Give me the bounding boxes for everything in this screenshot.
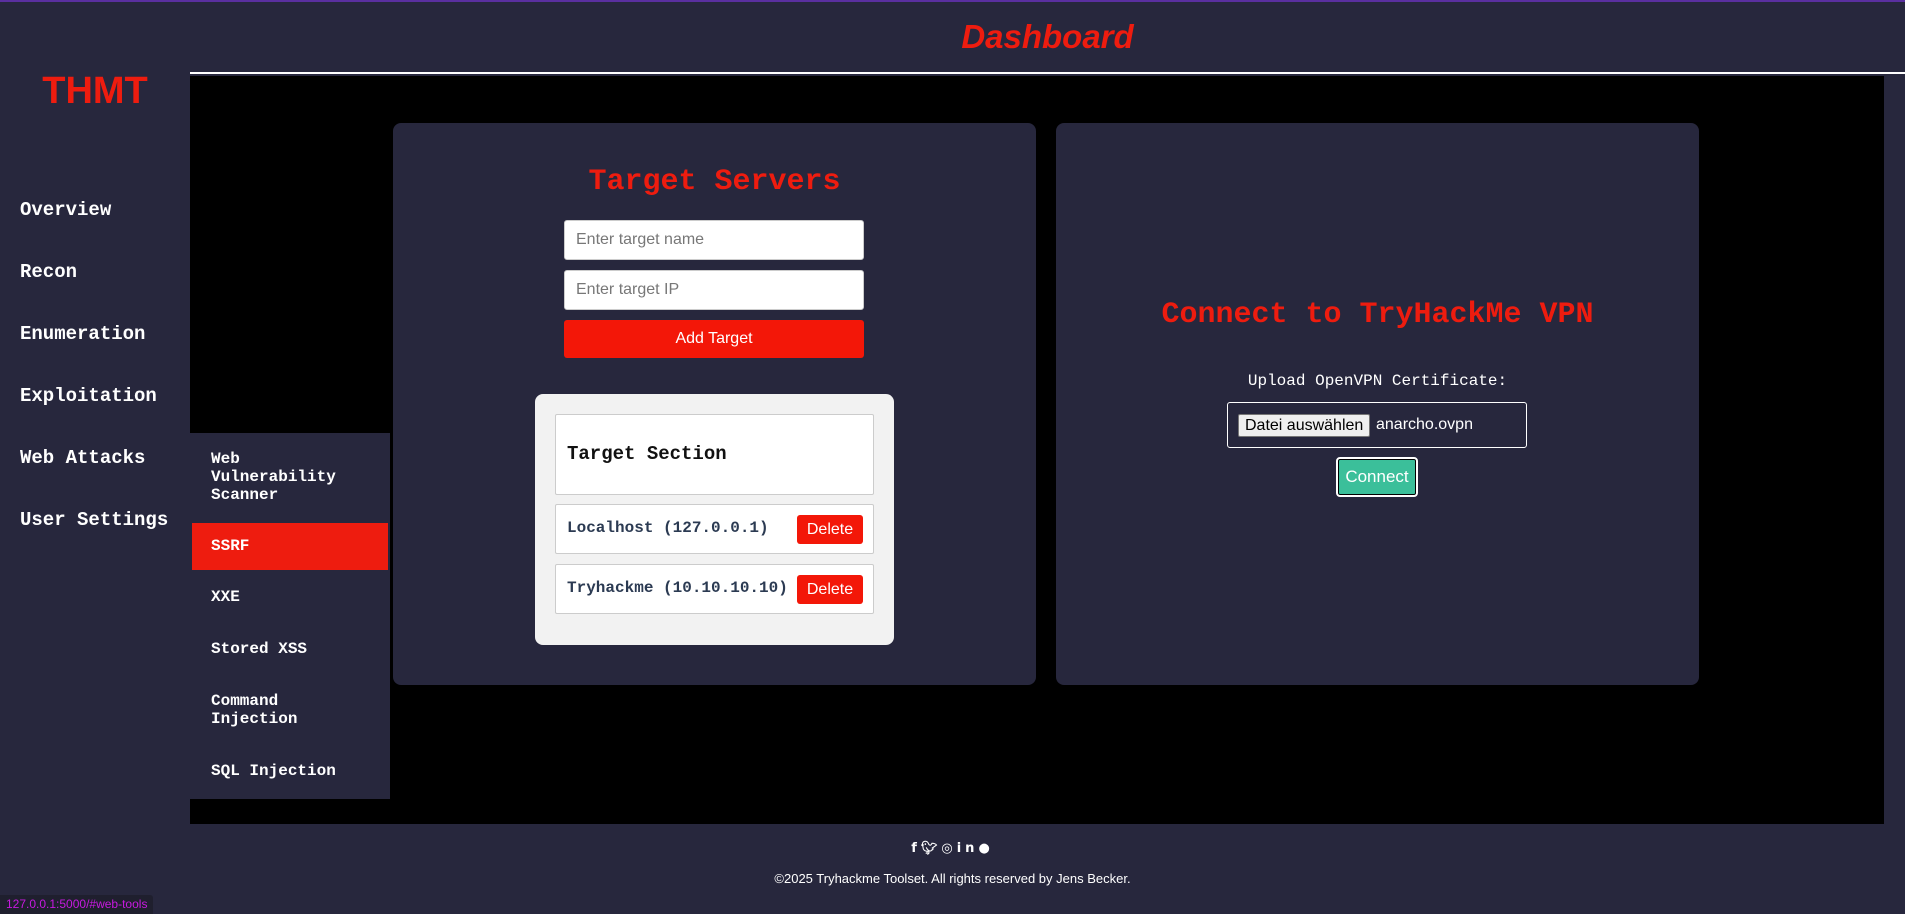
target-servers-title: Target Servers [588, 165, 841, 199]
choose-file-button[interactable]: Datei auswählen [1238, 414, 1371, 437]
social-links: f🐦︎◎in● [0, 840, 1905, 856]
target-name-input[interactable] [564, 220, 864, 260]
delete-target-button[interactable]: Delete [797, 515, 863, 544]
page-header: Dashboard [190, 2, 1905, 74]
vpn-card: Connect to TryHackMe VPN Upload OpenVPN … [1056, 123, 1699, 685]
sidebar-item-exploitation[interactable]: Exploitation [20, 382, 168, 444]
submenu-item-ssrf[interactable]: SSRF [192, 523, 388, 570]
brand-logo[interactable]: THMT [0, 70, 190, 113]
selected-file-name: anarcho.ovpn [1376, 416, 1473, 433]
sidebar-item-web-attacks[interactable]: Web Attacks [20, 444, 168, 506]
submenu-item-stored-xss[interactable]: Stored XSS [192, 640, 388, 658]
sidebar-item-recon[interactable]: Recon [20, 258, 168, 320]
status-bar-url: 127.0.0.1:5000/#web-tools [0, 895, 154, 914]
certificate-file-input[interactable]: Datei auswählen anarcho.ovpn [1227, 402, 1527, 448]
sidebar-item-user-settings[interactable]: User Settings [20, 506, 168, 568]
instagram-icon[interactable]: ◎ [941, 841, 956, 856]
delete-target-button[interactable]: Delete [797, 575, 863, 604]
sidebar-nav: Overview Recon Enumeration Exploitation … [20, 196, 168, 568]
target-row: Tryhackme (10.10.10.10) Delete [555, 564, 874, 614]
target-row-name: Tryhackme (10.10.10.10) [567, 579, 788, 597]
add-target-button[interactable]: Add Target [564, 320, 864, 358]
target-servers-card: Target Servers Add Target Target Section… [393, 123, 1036, 685]
twitter-icon[interactable]: 🐦︎ [921, 841, 942, 856]
upload-certificate-label: Upload OpenVPN Certificate: [1247, 372, 1508, 390]
linkedin-icon[interactable]: in [957, 841, 979, 856]
target-section-title: Target Section [567, 443, 727, 465]
github-icon[interactable]: ● [978, 841, 993, 856]
connect-button[interactable]: Connect [1336, 457, 1418, 497]
target-section-header: Target Section [555, 414, 874, 495]
vpn-title: Connect to TryHackMe VPN [1161, 298, 1594, 332]
submenu-item-command-injection[interactable]: Command Injection [192, 692, 312, 728]
target-row-name: Localhost (127.0.0.1) [567, 519, 769, 537]
facebook-icon[interactable]: f [911, 841, 921, 856]
copyright-text: ©2025 Tryhackme Toolset. All rights rese… [774, 871, 1131, 886]
submenu-item-sql-injection[interactable]: SQL Injection [192, 762, 388, 780]
target-ip-input[interactable] [564, 270, 864, 310]
page-title: Dashboard [961, 18, 1134, 55]
sidebar-item-overview[interactable]: Overview [20, 196, 168, 258]
submenu-item-xxe[interactable]: XXE [192, 588, 388, 606]
web-attacks-submenu: Web Vulnerability Scanner SSRF XXE Store… [190, 433, 390, 799]
submenu-item-web-vulnerability-scanner[interactable]: Web Vulnerability Scanner [192, 450, 342, 504]
target-section: Target Section Localhost (127.0.0.1) Del… [535, 394, 894, 645]
target-row: Localhost (127.0.0.1) Delete [555, 504, 874, 554]
sidebar-item-enumeration[interactable]: Enumeration [20, 320, 168, 382]
